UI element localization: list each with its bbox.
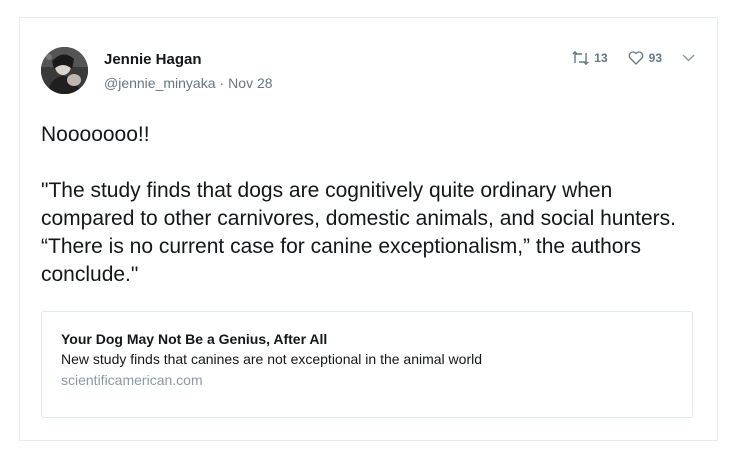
like-count: 93 [648, 51, 662, 65]
heart-icon [628, 51, 644, 65]
more-options-button[interactable] [682, 54, 695, 62]
link-card-description: New study finds that canines are not exc… [61, 351, 483, 367]
tweet-text-line1: Nooooooo!! [41, 123, 150, 146]
timestamp[interactable]: Nov 28 [228, 75, 272, 91]
handle-line: @jennie_minyaka · Nov 28 [104, 75, 273, 91]
tweet-actions: 13 93 [572, 51, 695, 65]
retweet-button[interactable]: 13 [572, 51, 608, 65]
retweet-count: 13 [594, 51, 608, 65]
chevron-down-icon [682, 54, 695, 62]
avatar[interactable] [41, 47, 88, 94]
display-name[interactable]: Jennie Hagan [104, 51, 202, 68]
handle[interactable]: @jennie_minyaka [104, 75, 216, 91]
tweet-text: Nooooooo!! "The study finds that dogs ar… [41, 121, 691, 289]
page: Jennie Hagan @jennie_minyaka · Nov 28 13 9… [0, 0, 740, 463]
like-button[interactable]: 93 [628, 51, 662, 65]
retweet-icon [572, 51, 589, 65]
user-avatar-icon [41, 47, 88, 94]
link-card-domain: scientificamerican.com [61, 372, 203, 388]
link-card-title: Your Dog May Not Be a Genius, After All [61, 331, 328, 347]
separator: · [219, 75, 225, 91]
link-preview-card[interactable]: Your Dog May Not Be a Genius, After All … [41, 311, 693, 418]
tweet-card: Jennie Hagan @jennie_minyaka · Nov 28 13 9… [19, 17, 718, 441]
tweet-text-quote: "The study finds that dogs are cognitive… [41, 179, 676, 286]
